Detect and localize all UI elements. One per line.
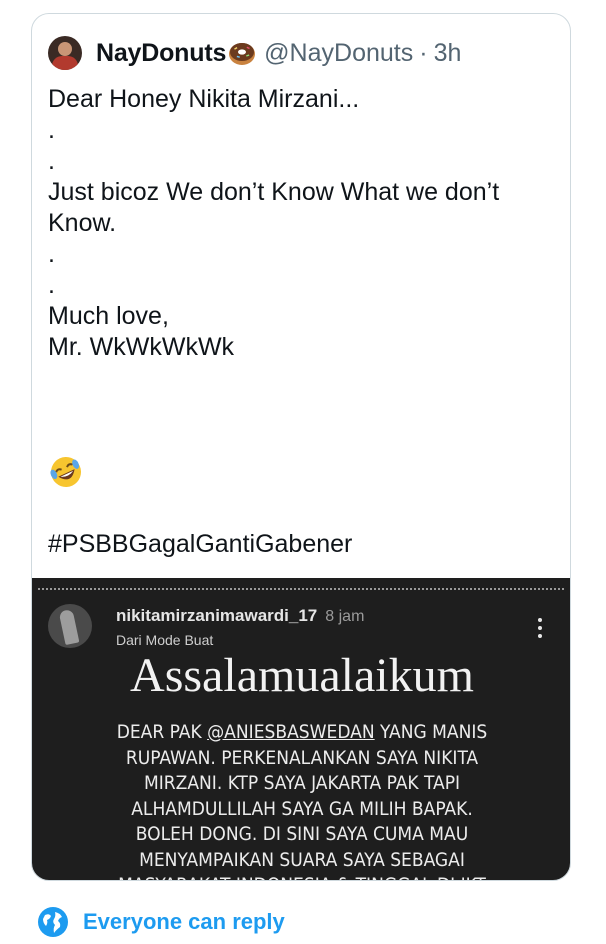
hashtag[interactable]: #PSBBGagalGantiGabener (48, 530, 352, 559)
handle[interactable]: @NayDonuts (264, 39, 413, 68)
story-username-text: nikitamirzanimawardi_17 (116, 606, 318, 625)
separator-dot: · (419, 38, 428, 67)
story-line-suffix: YANG MANIS (374, 721, 488, 743)
story-line-prefix: DEAR PAK (116, 721, 208, 743)
story-line: BOLEH DONG. DI SINI SAYA CUMA MAU (135, 823, 469, 845)
story-avatar (48, 604, 92, 648)
story-line: ALHAMDULLILAH SAYA GA MILIH BAPAK. (131, 797, 473, 820)
story-mode-label: Dari Mode Buat (116, 632, 214, 648)
tweet-line: Mr. WkWkWkWk (48, 333, 235, 361)
doughnut-emoji-icon (228, 39, 256, 67)
tweet-header: NayDonuts @NayDonuts · 3h (48, 36, 461, 70)
story-progress-bar (38, 588, 566, 590)
story-line: MIRZANI. KTP SAYA JAKARTA PAK TAPI (143, 772, 461, 794)
tweet-line: Much love, (48, 302, 169, 330)
tweet-line: Know. (48, 209, 117, 237)
tweet-line: . (48, 116, 55, 144)
tweet-line: Just bicoz We don’t Know What we don’t (48, 178, 500, 206)
rolling-on-the-floor-laughing-emoji-icon (48, 454, 84, 490)
story-title: Assalamualaikum (130, 649, 474, 702)
story-line: MASYARAKAT INDONESIA & TINGGAL DI JKT (32, 873, 570, 880)
story-line: RUPAWAN. PERKENALANKAN SAYA NIKITA (125, 746, 479, 769)
avatar[interactable] (48, 36, 82, 70)
tweet-text: Dear Honey Nikita Mirzani... . . Just bi… (48, 84, 558, 363)
tweet-line: . (48, 271, 55, 299)
more-options-icon (538, 618, 542, 642)
story-line: MENYAMPAIKAN SUARA SAYA SEBAGAI (139, 848, 465, 871)
tweet-line: Dear Honey Nikita Mirzani... (48, 85, 360, 113)
story-screenshot-image[interactable]: nikitamirzanimawardi_17 8 jam Dari Mode B… (32, 578, 570, 880)
story-line: DEAR PAK @ANIESBASWEDAN YANG MANIS (32, 720, 570, 746)
tweet-line: . (48, 240, 55, 268)
display-name[interactable]: NayDonuts (96, 39, 226, 68)
globe-icon (37, 906, 69, 938)
reply-settings[interactable]: Everyone can reply (37, 906, 285, 938)
quoted-tweet-card[interactable]: NayDonuts @NayDonuts · 3h Dear Honey Nik… (31, 13, 571, 881)
tweet-line: . (48, 147, 55, 175)
story-time: 8 jam (325, 608, 365, 625)
story-mention: @ANIESBASWEDAN (207, 721, 375, 743)
reply-label: Everyone can reply (83, 909, 285, 934)
story-username: nikitamirzanimawardi_17 8 jam (116, 606, 364, 626)
story-message: DEAR PAK @ANIESBASWEDAN YANG MANIS RUPAW… (32, 720, 570, 880)
timestamp[interactable]: 3h (434, 39, 462, 68)
